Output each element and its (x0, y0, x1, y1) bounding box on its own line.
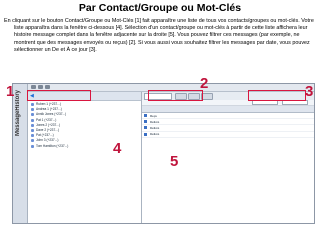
description-text: En cliquant sur le bouton Contact/Groupe… (4, 18, 314, 53)
contact-label: Dave 2 (+237...) (36, 127, 59, 132)
contact-item[interactable]: Tom Hamilton (+237...) (31, 144, 141, 149)
annotation-number-2: 2 (200, 75, 209, 92)
contact-list-pane: ◀ Ruben 1 (+237...) Andrea 1 (+237...) Ann… (28, 92, 142, 223)
annotation-number-5: 5 (170, 153, 179, 170)
message-row[interactable]: Délivré (142, 132, 314, 138)
message-status: Délivré (150, 119, 160, 124)
contact-label: Ruben 1 (+237...) (36, 102, 61, 106)
contact-icon (31, 128, 34, 132)
contact-icon (31, 113, 34, 117)
annotation-number-4: 4 (113, 140, 122, 157)
annotation-number-3: 3 (305, 83, 314, 100)
message-icon (144, 120, 147, 124)
contact-icon (31, 103, 34, 106)
contact-icon (31, 123, 34, 127)
message-status: Délivré (150, 126, 160, 131)
annotation-number-1: 1 (6, 83, 15, 100)
toolbar-button[interactable] (31, 85, 36, 89)
contact-label: Pat 1 (+237...) (36, 117, 57, 122)
message-history-tab-label: MessageHistory (15, 90, 21, 137)
contact-icon (31, 144, 34, 148)
contact-icon (31, 108, 34, 112)
contact-label: Tom Hamilton (+237...) (36, 143, 69, 148)
annotation-box-date-filter (248, 90, 306, 101)
message-icon (144, 126, 147, 130)
annotation-box-message-filter (148, 90, 203, 101)
message-table: Reçu Délivré Délivré Délivré (142, 106, 314, 223)
message-status: Délivré (150, 132, 160, 137)
description: En cliquant sur le bouton Contact/Groupe… (4, 18, 316, 54)
contact-label: John 3 (+237...) (36, 138, 59, 143)
toolbar-button[interactable] (38, 85, 43, 89)
message-rows: Reçu Délivré Délivré Délivré (142, 113, 314, 138)
message-status: Reçu (150, 113, 158, 118)
message-icon (144, 114, 147, 117)
contact-label: Pat (+237...) (36, 133, 54, 138)
annotation-box-contact-button (27, 90, 91, 101)
message-history-tab[interactable]: MessageHistory (13, 84, 28, 223)
toolbar-button[interactable] (45, 85, 50, 89)
contact-tree: Ruben 1 (+237...) Andrea 1 (+237...) Annik… (28, 101, 141, 149)
app-window: MessageHistory ◀ Ruben 1 (+237...) Andrea… (12, 83, 315, 224)
message-icon (144, 132, 147, 136)
contact-label: Annik Jones (+237...) (36, 112, 67, 117)
contact-icon (31, 134, 34, 138)
contact-icon (31, 139, 34, 143)
message-table-header (142, 106, 314, 113)
contact-label: Andrea 1 (+237...) (36, 107, 62, 112)
contact-icon (31, 118, 34, 122)
contact-label: Jones 2 (+237...) (36, 122, 61, 127)
page-title: Par Contact/Groupe ou Mot-Clés (78, 2, 242, 14)
